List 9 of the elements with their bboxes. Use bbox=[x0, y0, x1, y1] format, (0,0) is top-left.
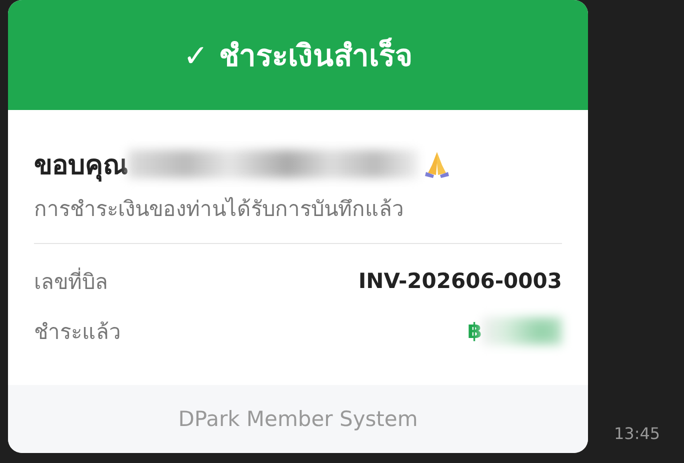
row-label: เลขที่บิล bbox=[34, 266, 108, 296]
currency-symbol: ฿ bbox=[467, 319, 482, 343]
thanks-text: ขอบคุณ bbox=[34, 148, 128, 184]
message-time: 13:45 bbox=[614, 424, 660, 443]
row-label: ชำระแล้ว bbox=[34, 318, 121, 346]
confirmation-message: การชำระเงินของท่านได้รับการบันทึกแล้ว bbox=[34, 196, 405, 223]
invoice-number: INV-202606-0003 bbox=[358, 269, 562, 293]
footer-text: DPark Member System bbox=[178, 407, 418, 431]
card-title: ✓ ชำระเงินสำเร็จ bbox=[183, 36, 413, 76]
